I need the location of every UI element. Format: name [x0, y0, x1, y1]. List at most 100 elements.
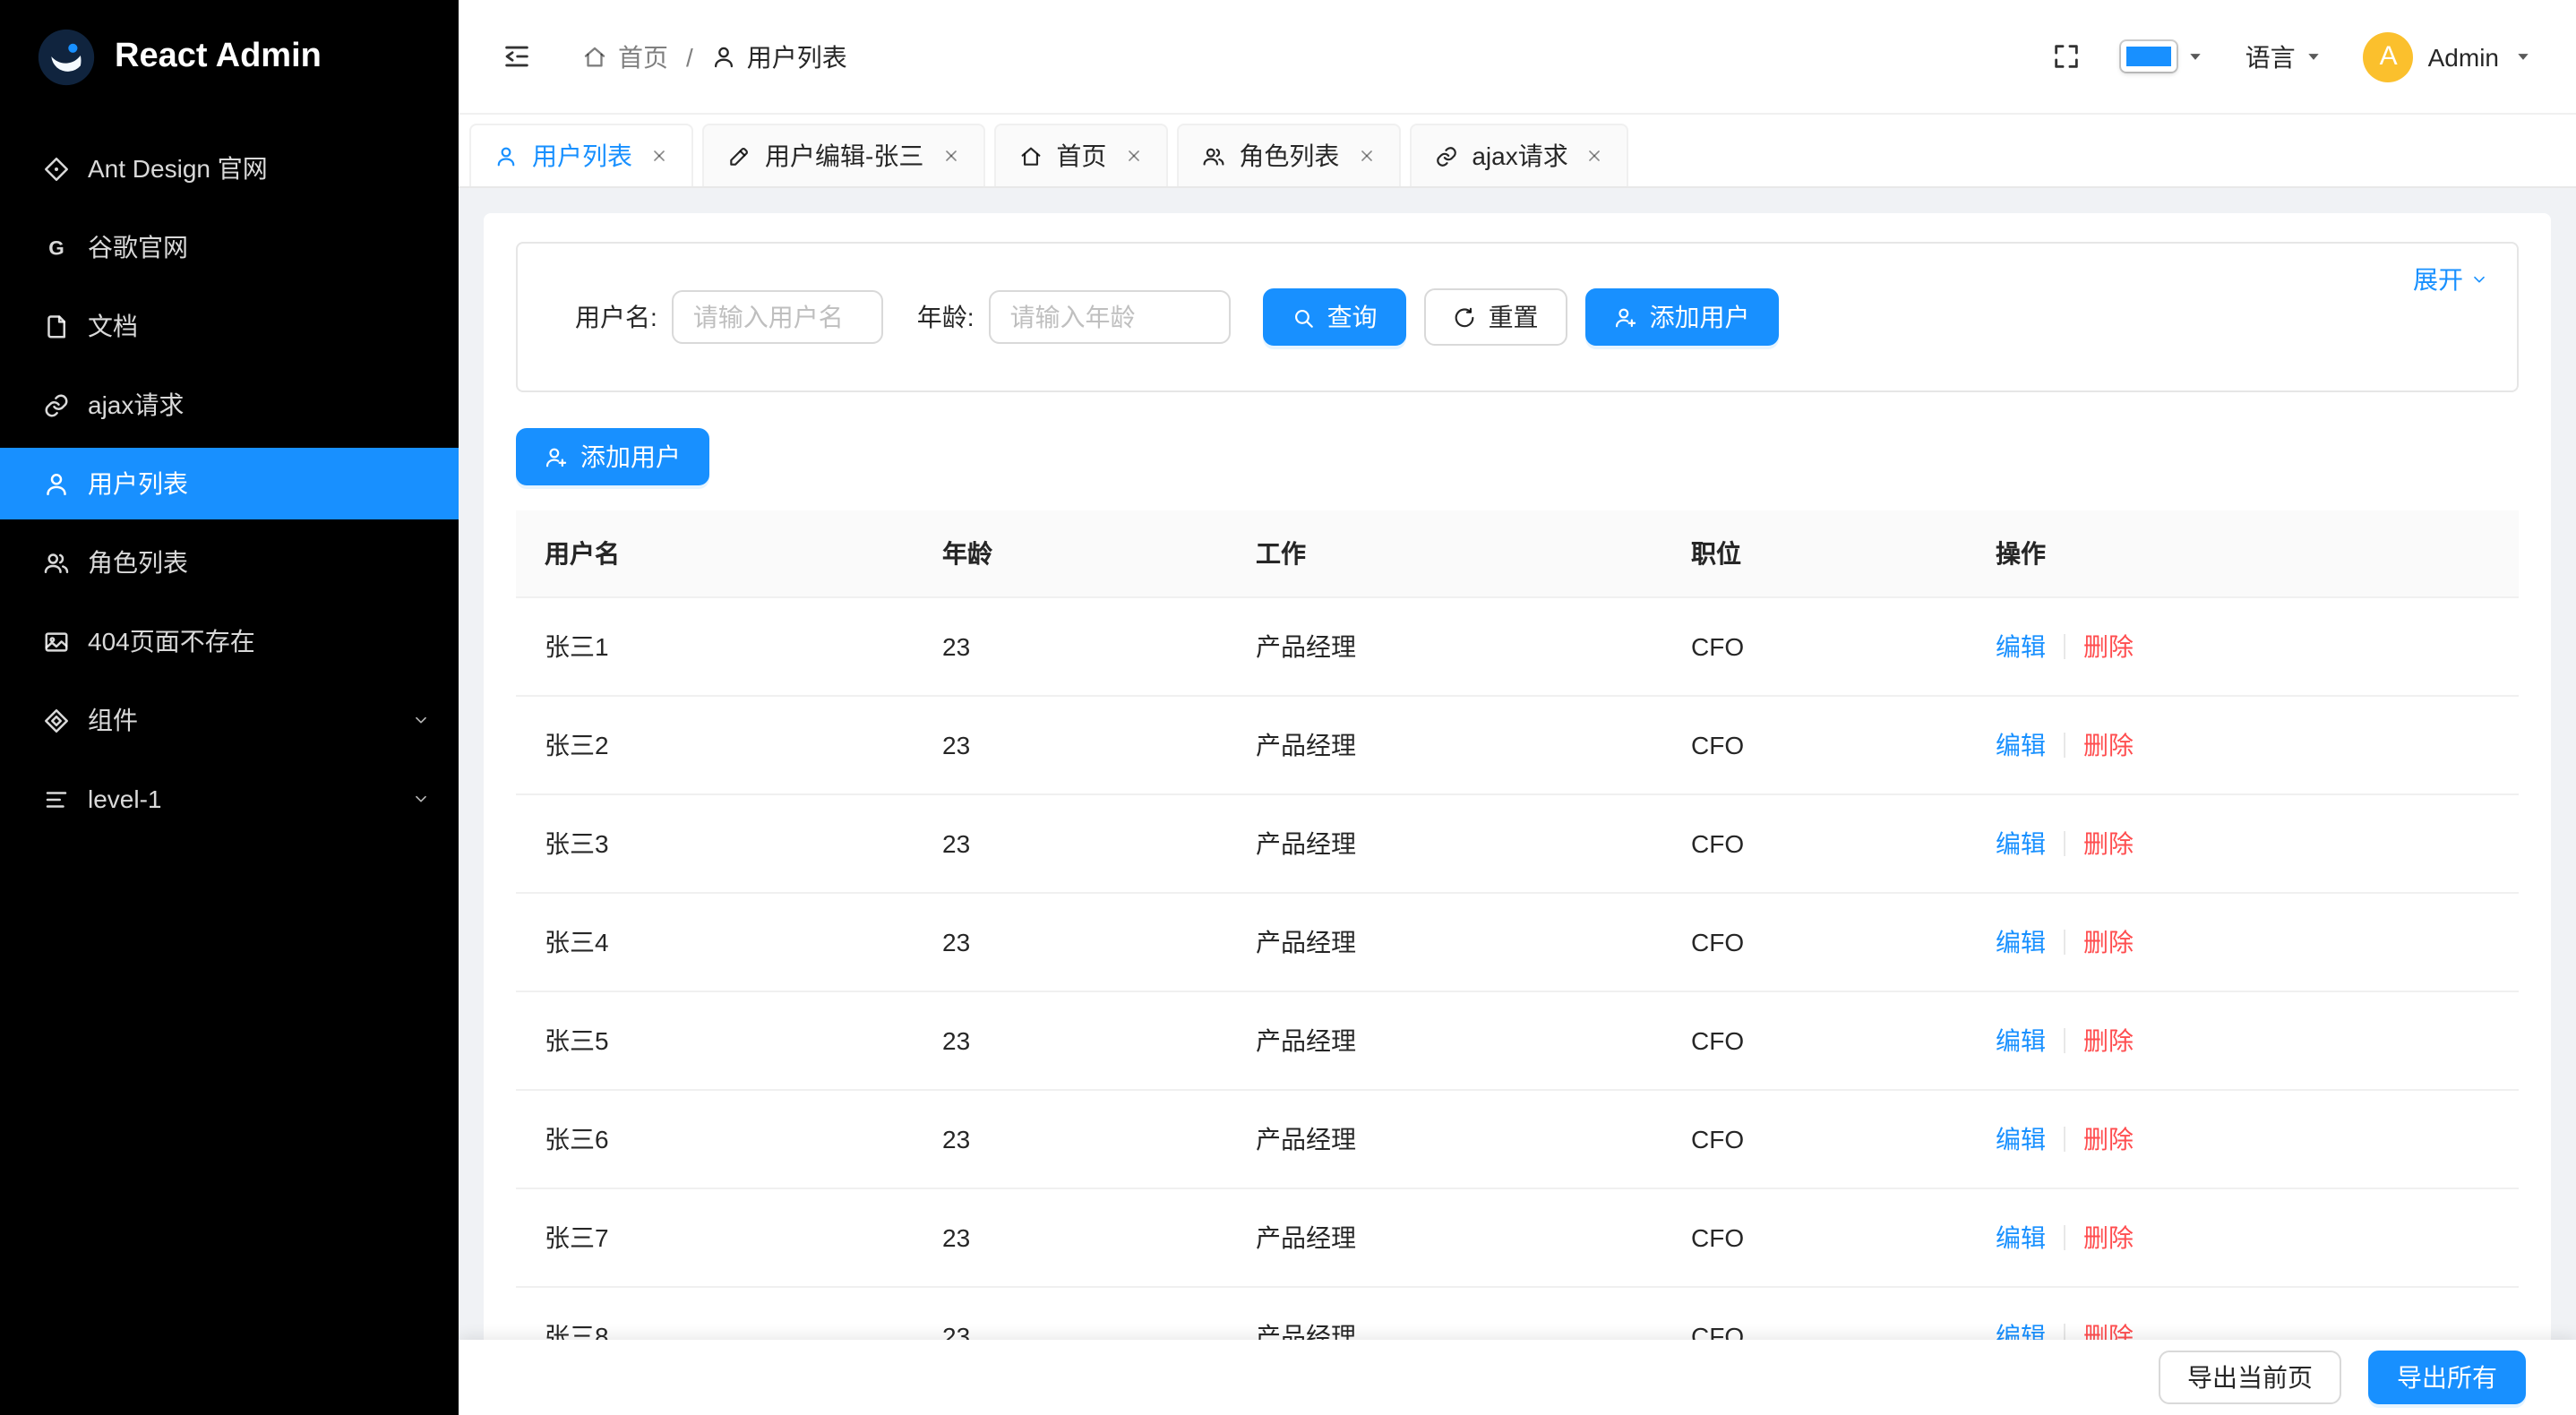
expand-link-label: 展开	[2413, 262, 2463, 297]
cell-age: 23	[914, 696, 1227, 794]
edit-link[interactable]: 编辑	[1996, 1125, 2046, 1153]
sidebar-item-label: 文档	[88, 308, 138, 344]
sidebar-item-docs[interactable]: 文档	[0, 290, 459, 362]
column-header: 年龄	[914, 510, 1227, 597]
user-add-icon	[545, 445, 568, 468]
team-icon	[1201, 144, 1224, 167]
action-divider	[2064, 930, 2065, 955]
export-current-button[interactable]: 导出当前页	[2159, 1351, 2341, 1404]
sidebar-item-components[interactable]: 组件	[0, 684, 459, 756]
add-user-button[interactable]: 添加用户	[1585, 288, 1779, 346]
tab-label: ajax请求	[1472, 138, 1567, 174]
sidebar-item-label: 组件	[88, 702, 138, 738]
cell-age: 23	[914, 597, 1227, 696]
tab-home[interactable]: 首页	[993, 124, 1167, 186]
cell-actions: 编辑 删除	[1967, 794, 2519, 893]
username-input[interactable]	[672, 290, 883, 344]
reset-button-label: 重置	[1489, 299, 1539, 335]
sidebar-item-google-site[interactable]: G谷歌官网	[0, 211, 459, 283]
cell-job: 产品经理	[1227, 597, 1662, 696]
close-icon[interactable]	[1586, 147, 1604, 165]
sidebar-item-user-list[interactable]: 用户列表	[0, 448, 459, 519]
column-header: 工作	[1227, 510, 1662, 597]
close-icon[interactable]	[941, 147, 959, 165]
age-input[interactable]	[989, 290, 1231, 344]
user-name: Admin	[2428, 42, 2499, 71]
search-button-label: 查询	[1327, 299, 1378, 335]
delete-link[interactable]: 删除	[2083, 632, 2134, 661]
app-logo[interactable]: React Admin	[0, 0, 459, 115]
edit-link[interactable]: 编辑	[1996, 829, 2046, 858]
tab-user-list[interactable]: 用户列表	[469, 124, 693, 186]
tab-user-edit[interactable]: 用户编辑-张三	[702, 124, 984, 186]
breadcrumb-home[interactable]: 首页	[582, 39, 668, 74]
breadcrumb-separator: /	[686, 42, 693, 71]
expand-link[interactable]: 展开	[2413, 262, 2488, 297]
search-icon	[1292, 305, 1315, 329]
edit-link[interactable]: 编辑	[1996, 1223, 2046, 1252]
language-selector[interactable]: 语言	[2245, 39, 2324, 74]
theme-color-picker[interactable]	[2122, 41, 2206, 72]
export-all-label: 导出所有	[2397, 1359, 2497, 1395]
close-icon[interactable]	[1124, 147, 1142, 165]
user-icon	[43, 470, 70, 497]
edit-link[interactable]: 编辑	[1996, 1026, 2046, 1055]
sidebar-item-label: Ant Design 官网	[88, 150, 268, 186]
user-menu[interactable]: A Admin	[2364, 31, 2533, 81]
delete-link[interactable]: 删除	[2083, 1026, 2134, 1055]
content-area: 用户名: 年龄: 查询 重置 添加用户	[459, 188, 2576, 1415]
column-header: 操作	[1967, 510, 2519, 597]
table-header-row: 用户名年龄工作职位操作	[516, 510, 2519, 597]
sidebar-item-ant-design-site[interactable]: Ant Design 官网	[0, 133, 459, 204]
search-panel: 用户名: 年龄: 查询 重置 添加用户	[516, 242, 2519, 392]
delete-link[interactable]: 删除	[2083, 731, 2134, 759]
reset-button[interactable]: 重置	[1424, 288, 1567, 346]
cell-job: 产品经理	[1227, 1188, 1662, 1287]
svg-text:G: G	[48, 236, 64, 259]
cell-username: 张三6	[516, 1090, 914, 1188]
cell-username: 张三4	[516, 893, 914, 991]
add-user-button-label: 添加用户	[1650, 299, 1750, 335]
tab-ajax[interactable]: ajax请求	[1409, 124, 1628, 186]
tab-role-list[interactable]: 角色列表	[1176, 124, 1400, 186]
action-divider	[2064, 733, 2065, 758]
sidebar-item-label: 角色列表	[88, 545, 188, 580]
edit-link[interactable]: 编辑	[1996, 731, 2046, 759]
sidebar-item-not-found[interactable]: 404页面不存在	[0, 605, 459, 677]
cell-actions: 编辑 删除	[1967, 1090, 2519, 1188]
tab-label: 首页	[1056, 138, 1106, 174]
table-row: 张三223产品经理CFO编辑删除	[516, 696, 2519, 794]
fullscreen-icon[interactable]	[2052, 41, 2082, 72]
edit-link[interactable]: 编辑	[1996, 632, 2046, 661]
close-icon[interactable]	[650, 147, 668, 165]
cell-title: CFO	[1662, 991, 1967, 1090]
delete-link[interactable]: 删除	[2083, 928, 2134, 956]
export-footer: 导出当前页 导出所有	[459, 1340, 2576, 1415]
export-all-button[interactable]: 导出所有	[2368, 1351, 2526, 1404]
breadcrumb-home-label: 首页	[618, 39, 668, 74]
cell-actions: 编辑 删除	[1967, 991, 2519, 1090]
close-icon[interactable]	[1357, 147, 1375, 165]
cell-job: 产品经理	[1227, 696, 1662, 794]
sidebar-item-ajax[interactable]: ajax请求	[0, 369, 459, 441]
delete-link[interactable]: 删除	[2083, 829, 2134, 858]
sidebar-item-level-1[interactable]: level-1	[0, 763, 459, 835]
delete-link[interactable]: 删除	[2083, 1125, 2134, 1153]
user-add-icon	[1614, 305, 1637, 329]
add-user-button-toolbar[interactable]: 添加用户	[516, 428, 709, 485]
delete-link[interactable]: 删除	[2083, 1223, 2134, 1252]
language-label: 语言	[2245, 39, 2296, 74]
breadcrumb-current: 用户列表	[711, 39, 847, 74]
tab-label: 用户列表	[532, 138, 632, 174]
search-button[interactable]: 查询	[1263, 288, 1406, 346]
edit-icon	[727, 144, 751, 167]
edit-link[interactable]: 编辑	[1996, 928, 2046, 956]
header-actions: 语言 A Admin	[2052, 31, 2533, 81]
sidebar-item-role-list[interactable]: 角色列表	[0, 527, 459, 598]
menu-fold-icon[interactable]	[502, 41, 532, 72]
theme-color-swatch	[2122, 41, 2177, 72]
caret-down-icon	[2513, 47, 2533, 66]
age-label: 年龄:	[917, 299, 975, 335]
table-row: 张三523产品经理CFO编辑删除	[516, 991, 2519, 1090]
caret-down-icon	[2186, 47, 2206, 66]
